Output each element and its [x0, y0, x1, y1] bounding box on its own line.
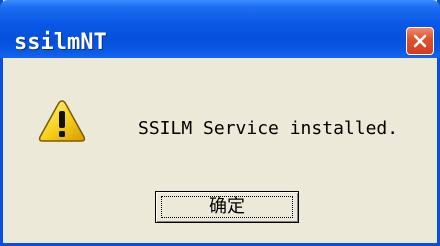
dialog-window: ssilmNT SSILM Service installed. 确定	[0, 0, 440, 246]
close-button[interactable]	[406, 27, 434, 55]
window-title: ssilmNT	[14, 30, 107, 55]
warning-icon	[38, 100, 86, 142]
dialog-message: SSILM Service installed.	[138, 118, 399, 139]
title-bar[interactable]: ssilmNT	[0, 0, 440, 58]
dialog-body: SSILM Service installed. 确定	[3, 58, 437, 243]
ok-button-label: 确定	[209, 196, 245, 217]
close-icon	[413, 34, 427, 48]
ok-button[interactable]: 确定	[155, 191, 299, 223]
